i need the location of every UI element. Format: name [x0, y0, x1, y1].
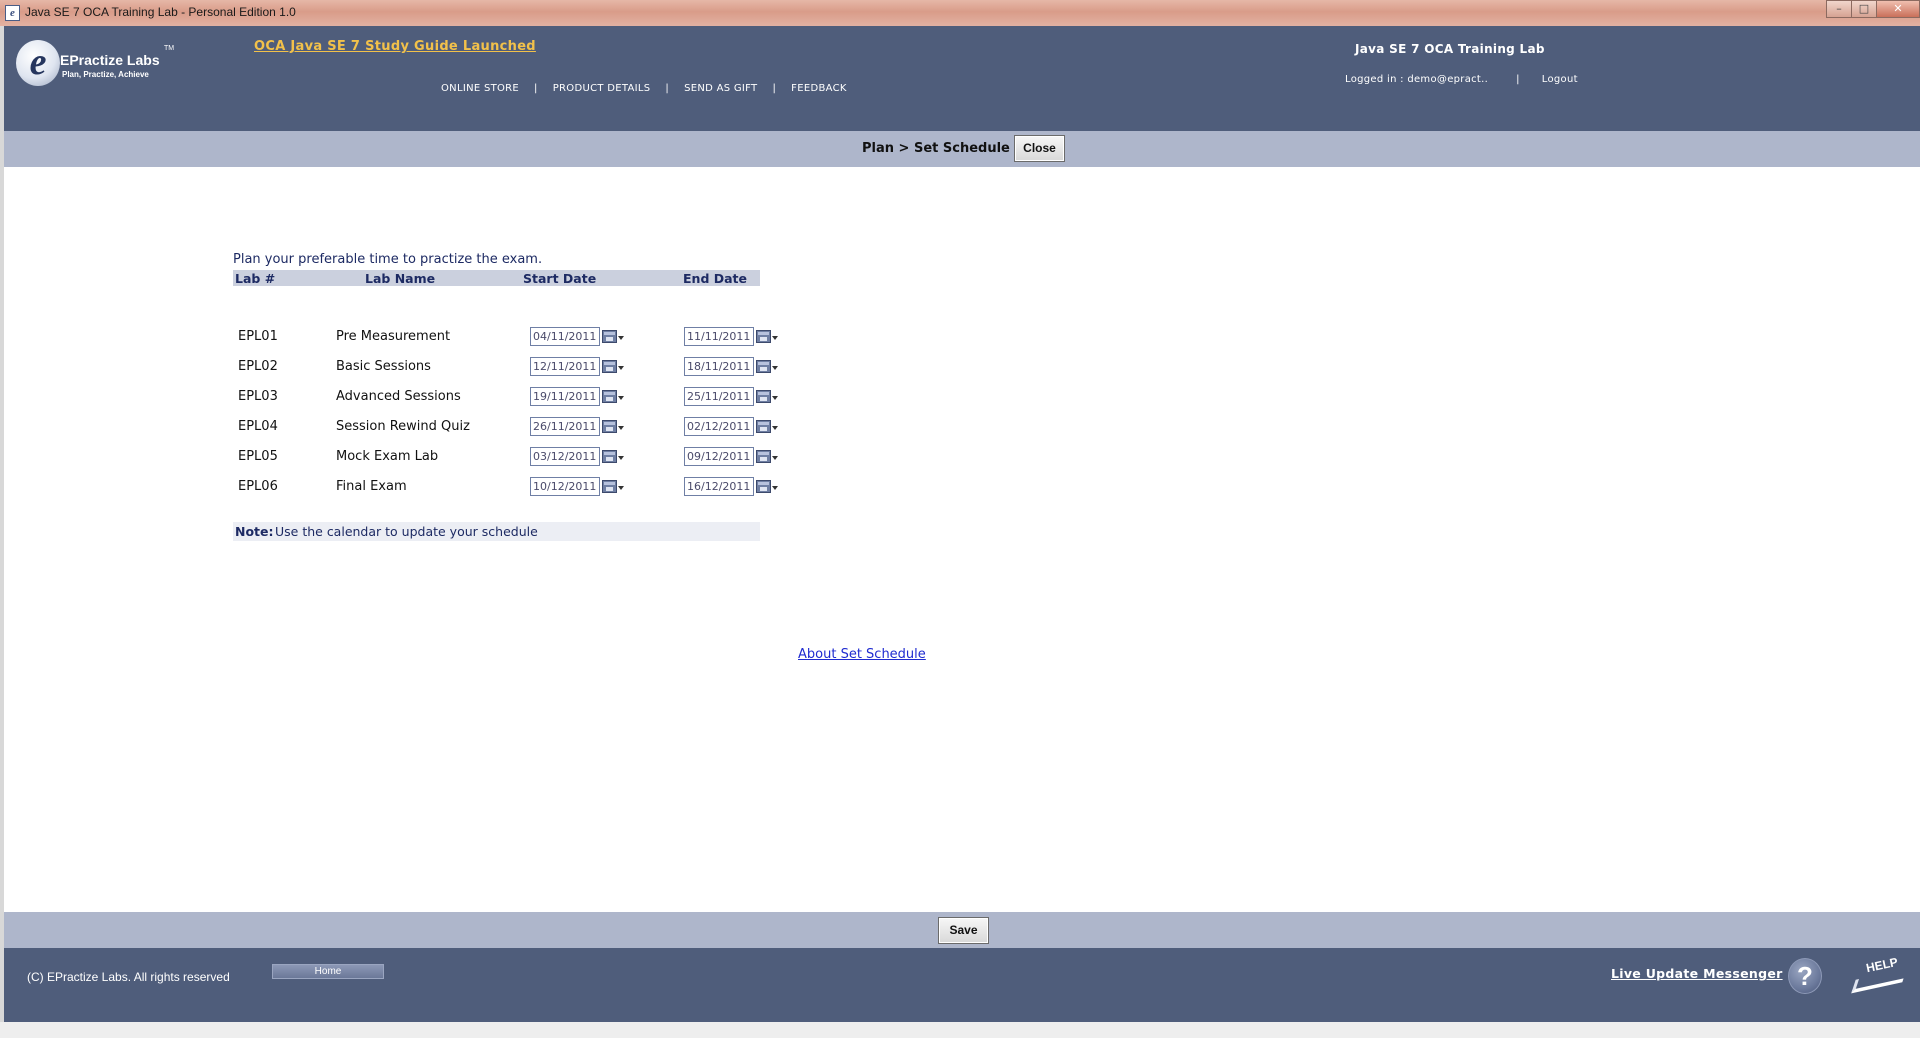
- window-controls: – □ ✕: [1826, 0, 1920, 20]
- calendar-icon[interactable]: [601, 328, 625, 346]
- logo-trademark: TM: [164, 45, 175, 52]
- col-lab-number: Lab #: [235, 271, 276, 286]
- nav-separator: |: [534, 83, 538, 94]
- breadcrumb: Plan > Set Schedule: [862, 141, 1010, 156]
- lab-name: Final Exam: [336, 479, 407, 494]
- col-lab-name: Lab Name: [365, 271, 436, 286]
- start-date-field[interactable]: [530, 327, 600, 346]
- app-icon: e: [5, 5, 20, 21]
- calendar-icon[interactable]: [755, 478, 779, 496]
- end-date-field[interactable]: [684, 357, 754, 376]
- note-text: Use the calendar to update your schedule: [275, 524, 538, 539]
- calendar-icon[interactable]: [601, 448, 625, 466]
- nav-send-as-gift[interactable]: SEND AS GIFT: [684, 83, 757, 94]
- end-date-field[interactable]: [684, 447, 754, 466]
- lab-name: Pre Measurement: [336, 329, 451, 344]
- nav-separator: |: [772, 83, 777, 94]
- nav-product-details[interactable]: PRODUCT DETAILS: [553, 83, 651, 94]
- calendar-icon[interactable]: [755, 418, 779, 436]
- announcement-link[interactable]: OCA Java SE 7 Study Guide Launched: [254, 39, 536, 54]
- live-update-messenger-link[interactable]: Live Update Messenger: [1611, 966, 1783, 981]
- copyright-text: (C) EPractize Labs. All rights reserved: [27, 970, 230, 984]
- calendar-icon[interactable]: [601, 358, 625, 376]
- nav-separator: |: [665, 83, 670, 94]
- minimize-button[interactable]: –: [1826, 0, 1852, 18]
- end-date-field[interactable]: [684, 327, 754, 346]
- col-start-date: Start Date: [523, 271, 597, 286]
- start-date-field[interactable]: [530, 447, 600, 466]
- question-help-icon[interactable]: ?: [1788, 958, 1822, 994]
- calendar-icon[interactable]: [755, 328, 779, 346]
- close-button[interactable]: Close: [1014, 135, 1065, 162]
- table-row: EPL04 Session Rewind Quiz: [233, 415, 793, 439]
- login-status: Logged in : demo@epract.. | Logout: [1345, 74, 1578, 85]
- end-date-field[interactable]: [684, 417, 754, 436]
- table-row: EPL06 Final Exam: [233, 475, 793, 499]
- logo-brand: EPractize Labs: [60, 52, 160, 68]
- col-end-date: End Date: [683, 271, 748, 286]
- logout-link[interactable]: Logout: [1542, 74, 1578, 85]
- schedule-table-header: Lab # Lab Name Start Date End Date: [233, 270, 760, 286]
- calendar-icon[interactable]: [755, 358, 779, 376]
- schedule-note: Note: Use the calendar to update your sc…: [233, 522, 760, 541]
- logo-e-icon: e: [16, 40, 60, 86]
- start-date-field[interactable]: [530, 417, 600, 436]
- login-separator: |: [1516, 74, 1520, 85]
- table-row: EPL02 Basic Sessions: [233, 355, 793, 379]
- lab-id: EPL03: [238, 389, 278, 404]
- table-row: EPL03 Advanced Sessions: [233, 385, 793, 409]
- start-date-field[interactable]: [530, 387, 600, 406]
- table-row: EPL05 Mock Exam Lab: [233, 445, 793, 469]
- lab-name: Advanced Sessions: [336, 389, 461, 404]
- app-footer: (C) EPractize Labs. All rights reserved …: [4, 948, 1920, 1022]
- lab-id: EPL05: [238, 449, 278, 464]
- schedule-intro: Plan your preferable time to practize th…: [233, 252, 543, 267]
- calendar-icon[interactable]: [601, 388, 625, 406]
- help-book-icon[interactable]: HELP: [1851, 955, 1908, 994]
- calendar-icon[interactable]: [755, 448, 779, 466]
- app-header: e EPractize Labs TM Plan, Practize, Achi…: [4, 26, 1920, 131]
- start-date-field[interactable]: [530, 357, 600, 376]
- lab-id: EPL04: [238, 419, 278, 434]
- app-name: Java SE 7 OCA Training Lab: [1355, 42, 1545, 56]
- close-window-button[interactable]: ✕: [1876, 0, 1920, 18]
- calendar-icon[interactable]: [755, 388, 779, 406]
- window-title-bar: e Java SE 7 OCA Training Lab - Personal …: [0, 0, 1920, 26]
- lab-name: Basic Sessions: [336, 359, 431, 374]
- nav-online-store[interactable]: ONLINE STORE: [441, 83, 519, 94]
- lab-name: Mock Exam Lab: [336, 449, 439, 464]
- epractize-logo: e EPractize Labs TM Plan, Practize, Achi…: [16, 40, 186, 100]
- lab-id: EPL02: [238, 359, 278, 374]
- window-bottom-strip: [0, 1022, 1920, 1038]
- note-label: Note:: [235, 524, 274, 539]
- logged-in-text: Logged in : demo@epract..: [1345, 74, 1489, 85]
- lab-id: EPL01: [238, 329, 278, 344]
- start-date-field[interactable]: [530, 477, 600, 496]
- logo-tagline: Plan, Practize, Achieve: [62, 70, 149, 79]
- maximize-button[interactable]: □: [1851, 0, 1877, 18]
- end-date-field[interactable]: [684, 387, 754, 406]
- breadcrumb-bar: Plan > Set Schedule: [4, 131, 1920, 167]
- save-button[interactable]: Save: [938, 917, 989, 944]
- about-set-schedule-link[interactable]: About Set Schedule: [798, 647, 926, 662]
- calendar-icon[interactable]: [601, 418, 625, 436]
- nav-feedback[interactable]: FEEDBACK: [791, 83, 847, 94]
- end-date-field[interactable]: [684, 477, 754, 496]
- table-row: EPL01 Pre Measurement: [233, 325, 793, 349]
- lab-id: EPL06: [238, 479, 278, 494]
- window-title: Java SE 7 OCA Training Lab - Personal Ed…: [25, 5, 296, 19]
- home-button[interactable]: Home: [272, 964, 384, 979]
- calendar-icon[interactable]: [601, 478, 625, 496]
- lab-name: Session Rewind Quiz: [336, 419, 470, 434]
- top-navigation: ONLINE STORE | PRODUCT DETAILS | SEND AS…: [441, 83, 847, 94]
